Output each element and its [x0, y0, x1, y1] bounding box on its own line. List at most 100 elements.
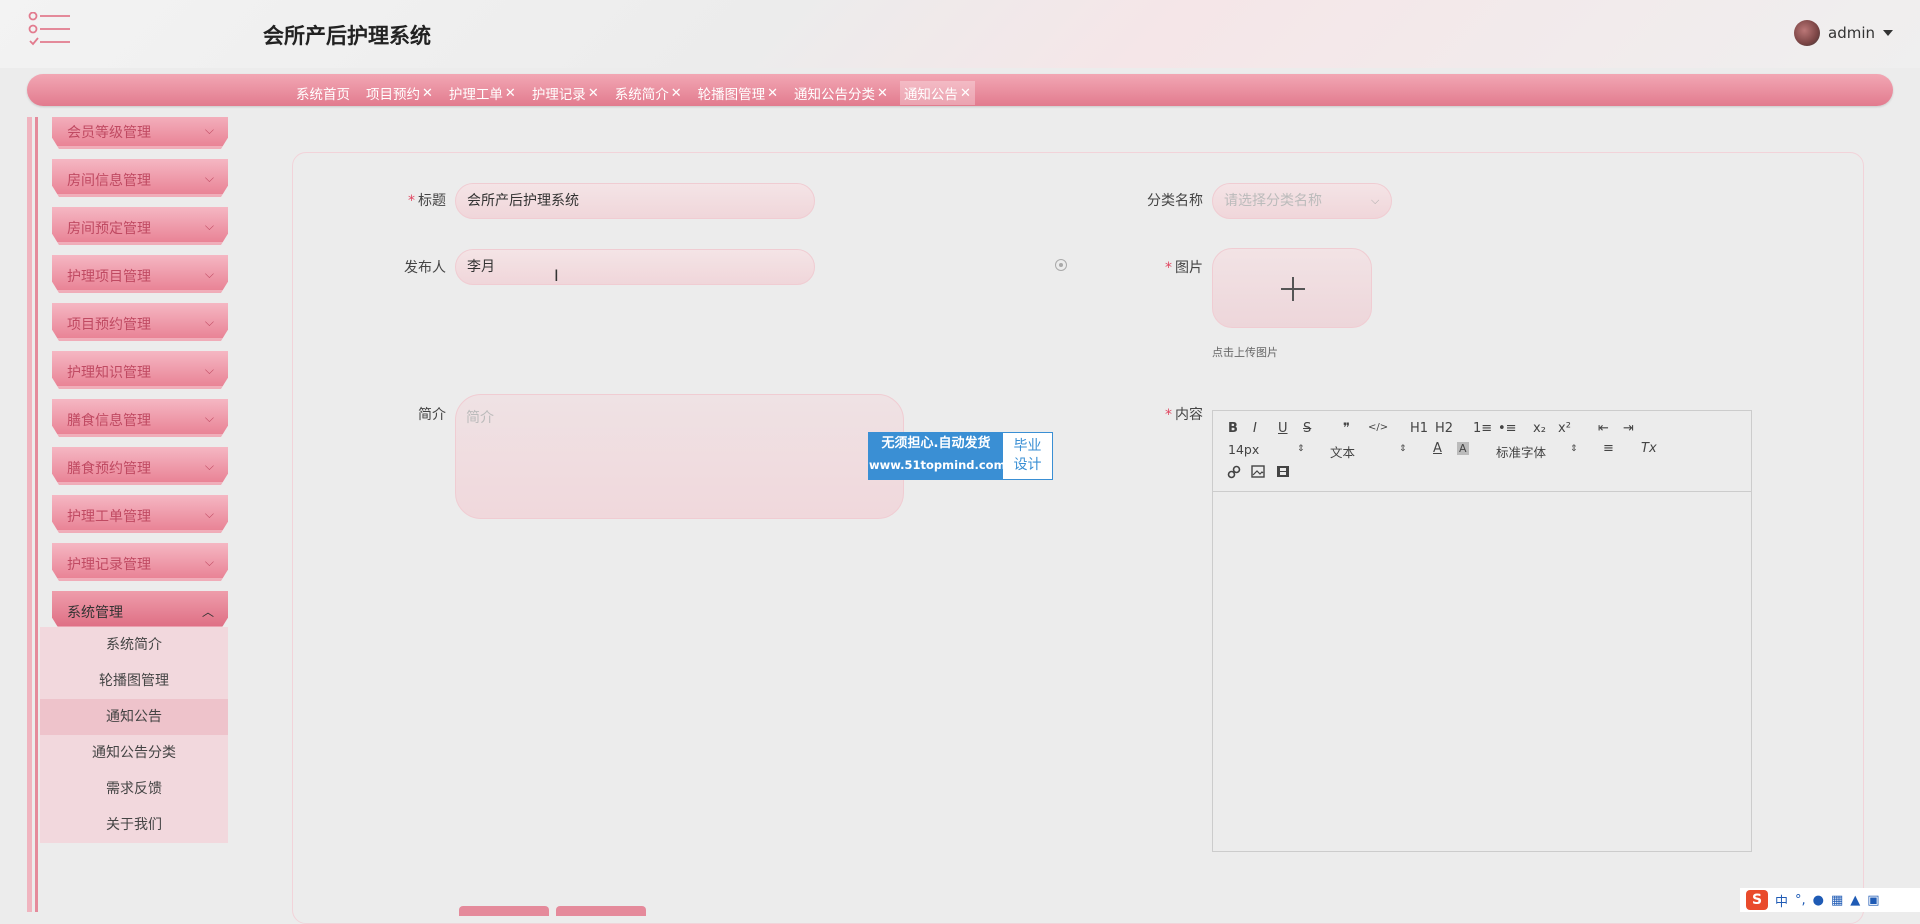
keyboard-icon[interactable]: ▦ — [1831, 893, 1843, 908]
select-arrows-icon: ⇕ — [1297, 444, 1305, 454]
menu-label: 护理工单管理 — [67, 509, 151, 525]
cancel-button[interactable] — [556, 906, 646, 916]
chevron-down-icon: ⌵ — [204, 315, 214, 329]
chevron-down-icon: ⌵ — [204, 555, 214, 569]
sidebar-menu-room-booking[interactable]: 房间预定管理 ⌵ — [52, 207, 228, 245]
tab-label: 系统简介 — [614, 87, 669, 103]
close-icon[interactable]: ✕ — [960, 86, 971, 101]
close-icon[interactable]: ✕ — [671, 86, 682, 101]
menu-label: 会员等级管理 — [67, 125, 151, 141]
outdent-icon[interactable]: ⇤ — [1598, 421, 1609, 436]
submenu-about-us[interactable]: 关于我们 — [40, 807, 228, 843]
tab-label: 项目预约 — [366, 87, 420, 103]
close-icon[interactable]: ✕ — [877, 86, 888, 101]
tab-system-intro[interactable]: 系统简介 ✕ — [611, 81, 686, 105]
menu-label: 系统管理 — [67, 605, 123, 621]
chevron-down-icon: ⌵ — [204, 123, 214, 137]
app-header: 会所产后护理系统 admin — [0, 0, 1920, 68]
sidebar-menu-room-info[interactable]: 房间信息管理 ⌵ — [52, 159, 228, 197]
ime-logo-icon[interactable]: S — [1746, 890, 1768, 910]
tab-care-order[interactable]: 护理工单 ✕ — [445, 81, 520, 105]
ime-lang[interactable]: 中 — [1775, 891, 1788, 910]
sidebar-menu-care-order[interactable]: 护理工单管理 ⌵ — [52, 495, 228, 533]
underline-icon[interactable]: U — [1278, 421, 1288, 436]
sidebar: 会员等级管理 ⌵ 房间信息管理 ⌵ 房间预定管理 ⌵ 护理项目管理 ⌵ 项目预约管理 ⌵ … — [40, 117, 230, 912]
sidebar-menu-care-project[interactable]: 护理项目管理 ⌵ — [52, 255, 228, 293]
submit-button[interactable] — [459, 906, 549, 916]
skin-icon[interactable]: ▲ — [1850, 893, 1860, 908]
clear-icon[interactable] — [1055, 259, 1067, 271]
tab-care-record[interactable]: 护理记录 ✕ — [528, 81, 603, 105]
tab-notice-category[interactable]: 通知公告分类 ✕ — [790, 81, 892, 105]
tab-label: 轮播图管理 — [697, 87, 766, 103]
paragraph-select[interactable]: 文本 — [1330, 442, 1355, 461]
publisher-input[interactable]: 李月 — [455, 249, 815, 285]
watermark-line1: 无须担心.自动发货 — [881, 436, 991, 451]
menu-label: 房间预定管理 — [67, 221, 151, 237]
clear-format-icon[interactable]: Tx — [1641, 441, 1657, 456]
tab-label: 系统首页 — [296, 87, 350, 103]
microphone-icon[interactable]: ● — [1813, 893, 1824, 908]
tab-home[interactable]: 系统首页 — [292, 81, 354, 105]
sidebar-rail — [27, 117, 32, 912]
text-cursor-icon: Ⅰ — [554, 266, 559, 285]
sidebar-menu-care-record[interactable]: 护理记录管理 ⌵ — [52, 543, 228, 581]
menu-label: 护理记录管理 — [67, 557, 151, 573]
font-size-select[interactable]: 14px — [1228, 442, 1259, 457]
list-menu-icon[interactable] — [28, 12, 72, 48]
align-icon[interactable]: ≡ — [1603, 441, 1614, 456]
strike-icon[interactable]: S — [1303, 421, 1311, 436]
sidebar-menu-meal-info[interactable]: 膳食信息管理 ⌵ — [52, 399, 228, 437]
subscript-icon[interactable]: x₂ — [1533, 421, 1546, 436]
image-icon[interactable] — [1251, 465, 1265, 478]
link-icon[interactable] — [1227, 465, 1241, 479]
font-color-icon[interactable]: A — [1433, 441, 1442, 456]
tab-notice[interactable]: 通知公告 ✕ — [899, 81, 975, 105]
sidebar-menu-system[interactable]: 系统管理 ︿ — [52, 591, 228, 629]
tab-label: 护理记录 — [531, 87, 586, 103]
watermark-right: 毕业 设计 — [1003, 433, 1052, 479]
code-icon[interactable]: </> — [1368, 422, 1388, 433]
publisher-label: 发布人 — [404, 260, 446, 276]
tab-label: 通知公告分类 — [794, 87, 876, 103]
category-select[interactable]: 请选择分类名称 — [1212, 183, 1392, 219]
sidebar-menu-meal-booking[interactable]: 膳食预约管理 ⌵ — [52, 447, 228, 485]
tab-carousel[interactable]: 轮播图管理 ✕ — [694, 81, 782, 105]
submenu-feedback[interactable]: 需求反馈 — [40, 771, 228, 807]
image-upload[interactable] — [1212, 248, 1372, 328]
bold-icon[interactable]: B — [1228, 421, 1238, 436]
italic-icon[interactable]: I — [1253, 421, 1257, 436]
bg-color-icon[interactable]: A — [1457, 442, 1469, 455]
submenu-notice[interactable]: 通知公告 — [40, 699, 228, 735]
sidebar-menu-project-booking[interactable]: 项目预约管理 ⌵ — [52, 303, 228, 341]
close-icon[interactable]: ✕ — [422, 86, 433, 101]
close-icon[interactable]: ✕ — [505, 86, 516, 101]
h2-icon[interactable]: H2 — [1435, 421, 1453, 436]
grid-icon[interactable]: ▣ — [1867, 893, 1879, 908]
font-family-select[interactable]: 标准字体 — [1496, 442, 1546, 461]
chevron-down-icon: ⌵ — [204, 459, 214, 473]
submenu-system-intro[interactable]: 系统简介 — [40, 627, 228, 663]
ime-punct[interactable]: °, — [1795, 893, 1806, 908]
content-label: * 内容 — [1165, 407, 1203, 423]
video-icon[interactable] — [1276, 465, 1290, 478]
close-icon[interactable]: ✕ — [588, 86, 599, 101]
user-menu[interactable]: admin — [1794, 20, 1893, 46]
title-input[interactable]: 会所产后护理系统 — [455, 183, 815, 219]
watermark-left: 无须担心.自动发货 www.51topmind.com — [869, 433, 1006, 479]
quote-icon[interactable]: ❞ — [1343, 421, 1350, 436]
submenu-carousel[interactable]: 轮播图管理 — [40, 663, 228, 699]
ordered-list-icon[interactable]: 1≡ — [1473, 421, 1492, 436]
tab-project-booking[interactable]: 项目预约 ✕ — [362, 81, 437, 105]
rich-text-editor[interactable]: B I U S ❞ </> H1 H2 1≡ •≡ x₂ x² ⇤ ⇥ 14px… — [1212, 410, 1752, 852]
h1-icon[interactable]: H1 — [1410, 421, 1428, 436]
watermark-line2: www.51topmind.com — [869, 458, 1006, 472]
indent-icon[interactable]: ⇥ — [1623, 421, 1634, 436]
close-icon[interactable]: ✕ — [767, 86, 778, 101]
sidebar-menu-care-knowledge[interactable]: 护理知识管理 ⌵ — [52, 351, 228, 389]
summary-textarea[interactable]: 简介 — [455, 394, 904, 519]
superscript-icon[interactable]: x² — [1558, 421, 1571, 436]
sidebar-menu-member-level[interactable]: 会员等级管理 ⌵ — [52, 117, 228, 149]
submenu-notice-category[interactable]: 通知公告分类 — [40, 735, 228, 771]
bullet-list-icon[interactable]: •≡ — [1498, 421, 1517, 436]
